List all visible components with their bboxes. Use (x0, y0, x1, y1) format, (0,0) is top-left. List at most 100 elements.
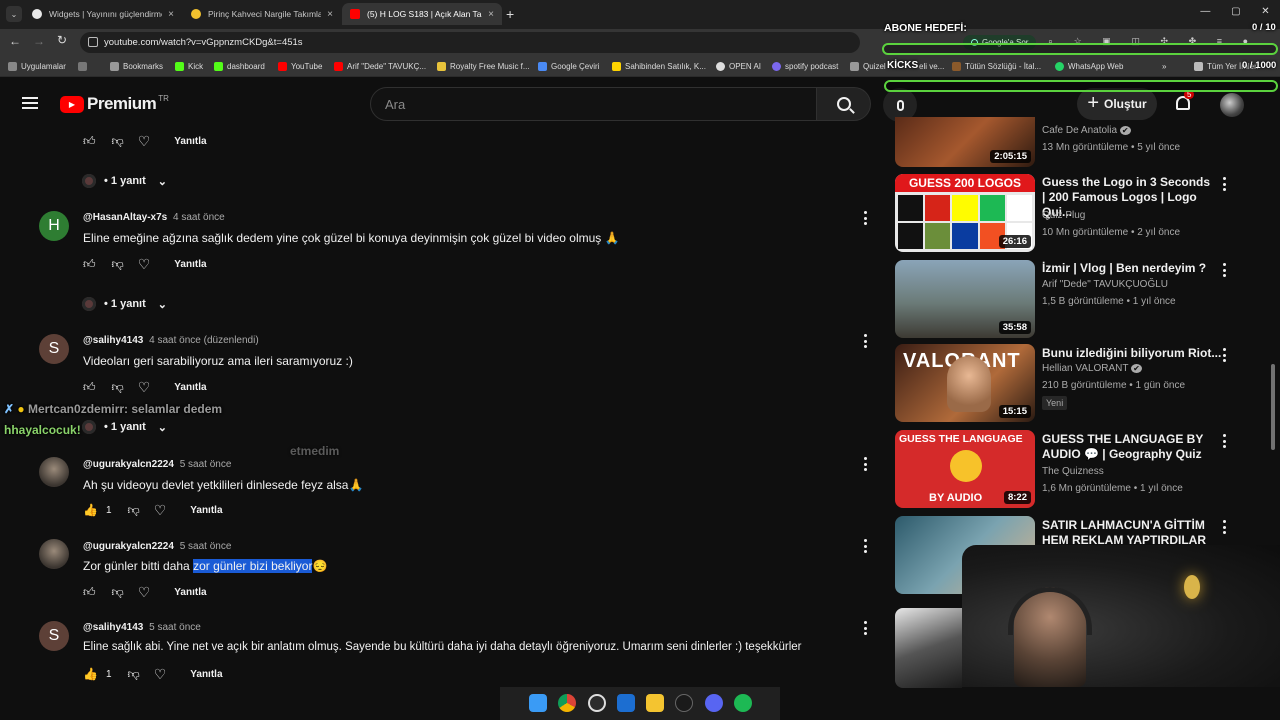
reply-button[interactable]: Yanıtla (190, 505, 222, 516)
channel-name[interactable]: Quiz Plug (1042, 210, 1085, 221)
video-thumbnail[interactable]: VALORANT 15:15 (895, 344, 1035, 422)
bookmark-item[interactable]: YouTube (278, 59, 322, 73)
comment-author[interactable]: @HasanAltay-x7s 4 saat önce (83, 212, 225, 223)
bookmarks-overflow[interactable]: » (1162, 59, 1166, 73)
more-options-icon[interactable] (1222, 263, 1226, 277)
video-thumbnail[interactable] (895, 608, 962, 688)
minimize-icon[interactable]: — (1200, 6, 1210, 17)
bookmark-item[interactable]: Quizel (850, 59, 886, 73)
more-options-icon[interactable] (863, 621, 867, 635)
bookmark-item[interactable]: Bookmarks (110, 59, 163, 73)
more-options-icon[interactable] (1222, 520, 1226, 534)
close-window-icon[interactable]: ✕ (1261, 6, 1269, 17)
more-options-icon[interactable] (863, 539, 867, 553)
more-options-icon[interactable] (863, 334, 867, 348)
bookmark-item[interactable]: OPEN AI (716, 59, 761, 73)
notifications-button[interactable]: 5 (1174, 90, 1195, 114)
avatar[interactable] (39, 539, 69, 569)
reply-button[interactable]: Yanıtla (174, 259, 206, 270)
forward-icon[interactable]: → (33, 34, 45, 48)
maximize-icon[interactable]: ▢ (1231, 6, 1240, 17)
tab-search-button[interactable]: ⌄ (6, 6, 22, 22)
bookmark-item[interactable]: eli ve... (919, 59, 944, 73)
file-explorer-icon[interactable] (646, 694, 664, 712)
bookmark-item[interactable]: Royalty Free Music f... (437, 59, 530, 73)
bookmark-item[interactable]: dashboard (214, 59, 265, 73)
windows-start-icon[interactable] (529, 694, 547, 712)
heart-icon[interactable]: ♡ (138, 584, 151, 601)
video-title[interactable]: İzmir | Vlog | Ben nerdeyim ? (1042, 261, 1212, 276)
dislike-icon[interactable]: 👎︎ (112, 134, 124, 149)
comment-author[interactable]: @salihy4143 5 saat önce (83, 622, 201, 633)
browser-tab[interactable]: Widgets | Yayınını güçlendirmek × (24, 3, 182, 25)
hamburger-menu-icon[interactable] (22, 97, 38, 109)
heart-icon[interactable]: ♡ (154, 502, 167, 519)
browser-tab[interactable]: Pirinç Kahveci Nargile Takımları × (183, 3, 341, 25)
new-tab-button[interactable]: + (506, 6, 514, 22)
spotify-icon[interactable] (734, 694, 752, 712)
bookmark-item[interactable]: Uygulamalar (8, 59, 66, 73)
channel-name[interactable]: The Quizness (1042, 466, 1104, 477)
like-icon[interactable]: 👍︎ (83, 585, 96, 600)
close-tab-icon[interactable]: × (321, 9, 333, 20)
bookmark-item[interactable]: WhatsApp Web (1055, 59, 1123, 73)
dislike-icon[interactable]: 👎︎ (112, 585, 124, 600)
create-button[interactable]: + Oluştur (1077, 88, 1157, 120)
video-thumbnail[interactable]: 35:58 (895, 260, 1035, 338)
dislike-icon[interactable]: 👎︎ (128, 667, 140, 682)
back-icon[interactable]: ← (9, 34, 21, 48)
close-tab-icon[interactable]: × (482, 9, 494, 20)
video-thumbnail[interactable]: GUESS 200 LOGOS 26:16 (895, 174, 1035, 252)
channel-name[interactable]: Hellian VALORANT ✔ (1042, 363, 1142, 374)
comment-author[interactable]: @ugurakyalcn2224 5 saat önce (83, 459, 231, 470)
url-bar[interactable]: youtube.com/watch?v=vGppnzmCKDg&t=451s (80, 32, 860, 53)
bookmark-item[interactable]: Sahibinden Satılık, K... (612, 59, 706, 73)
bookmark-item[interactable]: Google Çeviri (538, 59, 599, 73)
heart-icon[interactable]: ♡ (138, 133, 151, 150)
like-icon[interactable]: 👍︎ (83, 257, 96, 272)
video-thumbnail[interactable]: 2:05:15 (895, 117, 1035, 167)
comment-author[interactable]: @salihy4143 4 saat önce (düzenlendi) (83, 335, 259, 346)
reply-button[interactable]: Yanıtla (174, 136, 206, 147)
replies-toggle[interactable]: • 1 yanıt ⌄ (82, 174, 167, 188)
heart-icon[interactable]: ♡ (138, 379, 151, 396)
reply-button[interactable]: Yanıtla (190, 669, 222, 680)
reload-icon[interactable]: ↻ (57, 33, 67, 47)
chrome-icon[interactable] (558, 694, 576, 712)
video-title[interactable]: SATIR LAHMACUN'A GİTTİM HEM REKLAM YAPTI… (1042, 518, 1212, 544)
avatar[interactable]: H (39, 211, 69, 241)
video-title[interactable]: Bunu izlediğini biliyorum Riot... (1042, 346, 1221, 361)
heart-icon[interactable]: ♡ (154, 666, 167, 683)
dislike-icon[interactable]: 👎︎ (112, 257, 124, 272)
like-icon-filled[interactable]: 👍 (83, 667, 98, 681)
store-icon[interactable] (617, 694, 635, 712)
obs-icon[interactable] (588, 694, 606, 712)
avatar[interactable]: S (39, 334, 69, 364)
like-icon[interactable]: 👍︎ (83, 134, 96, 149)
dislike-icon[interactable]: 👎︎ (112, 380, 124, 395)
search-button[interactable] (817, 87, 871, 121)
like-icon-filled[interactable]: 👍 (83, 503, 98, 517)
avatar[interactable] (39, 457, 69, 487)
more-options-icon[interactable] (863, 457, 867, 471)
reply-button[interactable]: Yanıtla (174, 587, 206, 598)
close-tab-icon[interactable]: × (162, 9, 174, 20)
bookmark-item[interactable]: Tütün Sözlüğü - İtal... (952, 59, 1041, 73)
channel-name[interactable]: Arif "Dede" TAVUKÇUOĞLU (1042, 279, 1168, 290)
bookmark-item[interactable]: spotify podcast (772, 59, 838, 73)
browser-tab-active[interactable]: (5) H LOG S183 | Açık Alan Tarif × (342, 3, 502, 25)
bookmark-item[interactable]: Arif "Dede" TAVUKÇ... (334, 59, 426, 73)
site-info-icon[interactable] (88, 37, 98, 47)
account-avatar[interactable] (1220, 93, 1244, 117)
bookmark-item[interactable]: Kick (175, 59, 203, 73)
more-options-icon[interactable] (863, 211, 867, 225)
heart-icon[interactable]: ♡ (138, 256, 151, 273)
channel-name[interactable]: Cafe De Anatolia ✔ (1042, 125, 1131, 136)
replies-toggle[interactable]: • 1 yanıt ⌄ (82, 297, 167, 311)
avatar[interactable]: S (39, 621, 69, 651)
video-title[interactable]: GUESS THE LANGUAGE BY AUDIO 💬 | Geograph… (1042, 432, 1212, 462)
bookmark-item[interactable] (78, 59, 91, 73)
app-icon[interactable] (675, 694, 693, 712)
search-input[interactable]: Ara (370, 87, 817, 121)
more-options-icon[interactable] (1222, 177, 1226, 191)
